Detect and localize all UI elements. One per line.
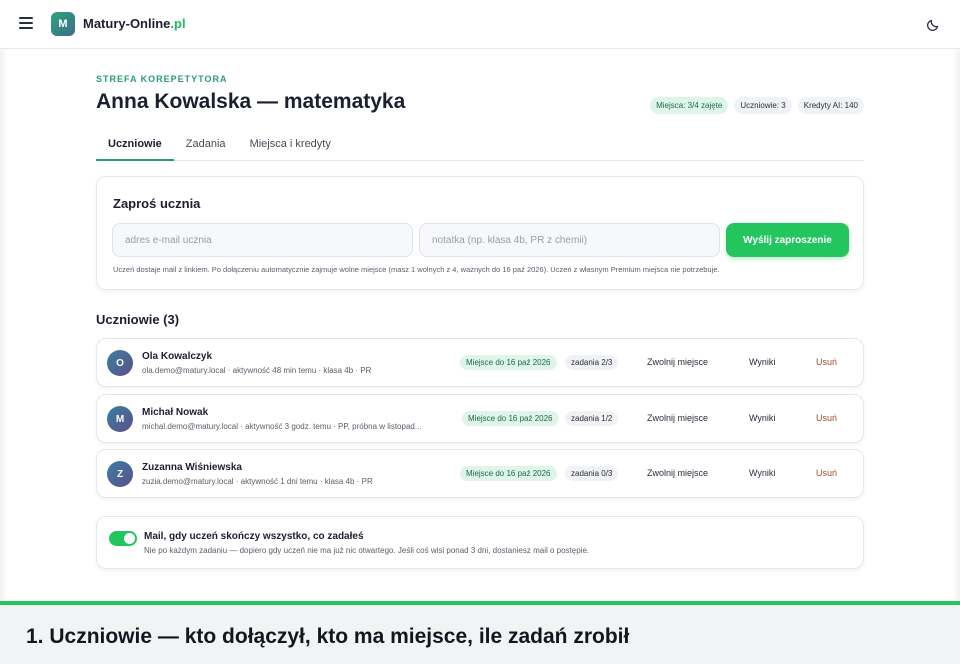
- mail-notification-card: Mail, gdy uczeń skończy wszystko, co zad…: [96, 516, 864, 569]
- page-title: Anna Kowalska — matematyka: [96, 90, 406, 113]
- menu-icon[interactable]: [18, 15, 36, 33]
- tab-students[interactable]: Uczniowie: [96, 132, 174, 161]
- mail-setting-title: Mail, gdy uczeń skończy wszystko, co zad…: [144, 531, 364, 542]
- tasks-badge: zadania 0/3: [565, 466, 619, 481]
- send-invite-button[interactable]: Wyślij zaproszenie: [726, 223, 849, 257]
- tab-tasks[interactable]: Zadania: [174, 132, 238, 161]
- remove-button[interactable]: Usuń: [816, 468, 837, 478]
- student-meta: ola.demo@matury.local · aktywność 48 min…: [142, 366, 372, 375]
- avatar: Z: [107, 461, 133, 487]
- students-section-title: Uczniowie (3): [96, 312, 180, 327]
- toggle-knob: [124, 533, 135, 544]
- mail-setting-description: Nie po każdym zadaniu — dopiero gdy ucze…: [144, 546, 590, 555]
- shadow-left: [0, 49, 8, 602]
- seats-chip: Miejsca: 3/4 zajęte: [650, 97, 729, 114]
- invite-hint: Uczeń dostaje mail z linkiem. Po dołącze…: [113, 265, 720, 274]
- brand-name[interactable]: Matury-Online.pl: [83, 16, 186, 31]
- top-bar: M Matury-Online.pl: [0, 0, 960, 49]
- student-name: Ola Kowalczyk: [142, 351, 213, 362]
- students-count-chip: Uczniowie: 3: [734, 97, 792, 114]
- tab-bar: Uczniowie Zadania Miejsca i kredyty: [96, 132, 864, 161]
- student-row: M Michał Nowak michal.demo@matury.local …: [96, 394, 864, 443]
- student-name: Zuzanna Wiśniewska: [142, 462, 242, 473]
- email-input[interactable]: [112, 223, 413, 257]
- brand-tld: .pl: [170, 16, 186, 31]
- seat-badge: Miejsce do 16 paź 2026: [460, 466, 557, 481]
- section-eyebrow: STREFA KOREPETYTORA: [96, 74, 228, 84]
- student-row: O Ola Kowalczyk ola.demo@matury.local · …: [96, 338, 864, 387]
- invite-card: Zaproś ucznia Wyślij zaproszenie Uczeń d…: [96, 176, 864, 290]
- seat-badge: Miejsce do 16 paź 2026: [462, 411, 559, 426]
- shadow-right: [952, 49, 960, 602]
- free-seat-button[interactable]: Zwolnij miejsce: [647, 413, 708, 423]
- logo-badge[interactable]: M: [51, 12, 75, 36]
- remove-button[interactable]: Usuń: [816, 357, 837, 367]
- brand-name-main: Matury-Online: [83, 16, 171, 31]
- moon-icon[interactable]: [926, 16, 942, 32]
- student-meta: zuzia.demo@matury.local · aktywność 1 dn…: [142, 477, 373, 486]
- results-button[interactable]: Wyniki: [749, 413, 775, 423]
- stat-chips: Miejsca: 3/4 zajęte Uczniowie: 3 Kredyty…: [650, 97, 864, 114]
- avatar: O: [107, 350, 133, 376]
- invite-title: Zaproś ucznia: [113, 196, 201, 211]
- seat-badge: Miejsce do 16 paź 2026: [460, 355, 557, 370]
- ai-credits-chip: Kredyty AI: 140: [797, 97, 864, 114]
- student-row: Z Zuzanna Wiśniewska zuzia.demo@matury.l…: [96, 449, 864, 498]
- free-seat-button[interactable]: Zwolnij miejsce: [647, 468, 708, 478]
- caption-bar: 1. Uczniowie — kto dołączył, kto ma miej…: [0, 601, 960, 664]
- student-name: Michał Nowak: [142, 407, 209, 418]
- remove-button[interactable]: Usuń: [816, 413, 837, 423]
- free-seat-button[interactable]: Zwolnij miejsce: [647, 357, 708, 367]
- tab-seats-credits[interactable]: Miejsca i kredyty: [238, 132, 343, 161]
- student-meta: michal.demo@matury.local · aktywność 3 g…: [142, 422, 422, 431]
- tasks-badge: zadania 1/2: [565, 411, 619, 426]
- note-input[interactable]: [419, 223, 720, 257]
- tasks-badge: zadania 2/3: [565, 355, 619, 370]
- caption-text: 1. Uczniowie — kto dołączył, kto ma miej…: [26, 625, 630, 648]
- results-button[interactable]: Wyniki: [749, 468, 775, 478]
- results-button[interactable]: Wyniki: [749, 357, 775, 367]
- avatar: M: [107, 406, 133, 432]
- mail-toggle[interactable]: [109, 531, 137, 546]
